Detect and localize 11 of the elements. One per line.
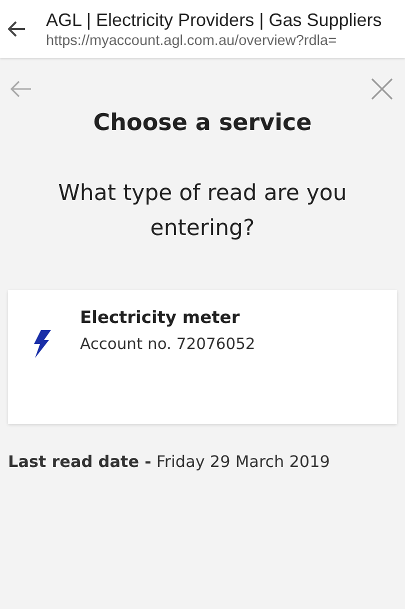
- close-icon[interactable]: [371, 78, 393, 100]
- question-text: What type of read are you entering?: [57, 180, 348, 243]
- account-number: Account no. 72076052: [80, 335, 256, 353]
- heading: Choose a service: [92, 110, 313, 136]
- page-title: AGL | Electricity Providers | Gas Suppliers: [46, 10, 382, 30]
- url-text: https://myaccount.agl.com.au/overview?rdla=: [46, 32, 338, 48]
- back-icon[interactable]: [8, 21, 26, 37]
- service-name: Electricity meter: [80, 308, 241, 328]
- lightning-icon: [32, 330, 52, 358]
- service-card[interactable]: Electricity meter Account no. 72076052: [8, 290, 397, 424]
- last-read-date: Last read date - Friday 29 March 2019: [8, 452, 331, 471]
